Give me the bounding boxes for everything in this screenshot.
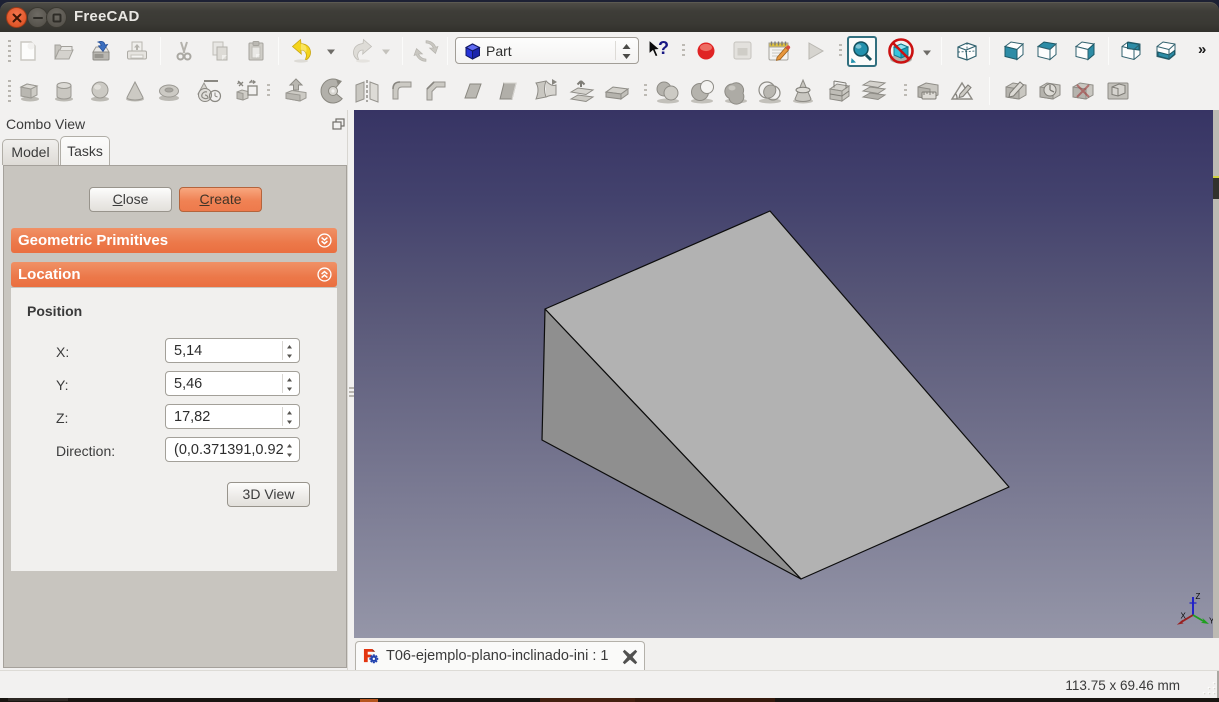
- svg-text:?: ?: [658, 38, 669, 58]
- svg-text:Z: Z: [1196, 592, 1201, 601]
- svg-text:X: X: [1181, 612, 1187, 621]
